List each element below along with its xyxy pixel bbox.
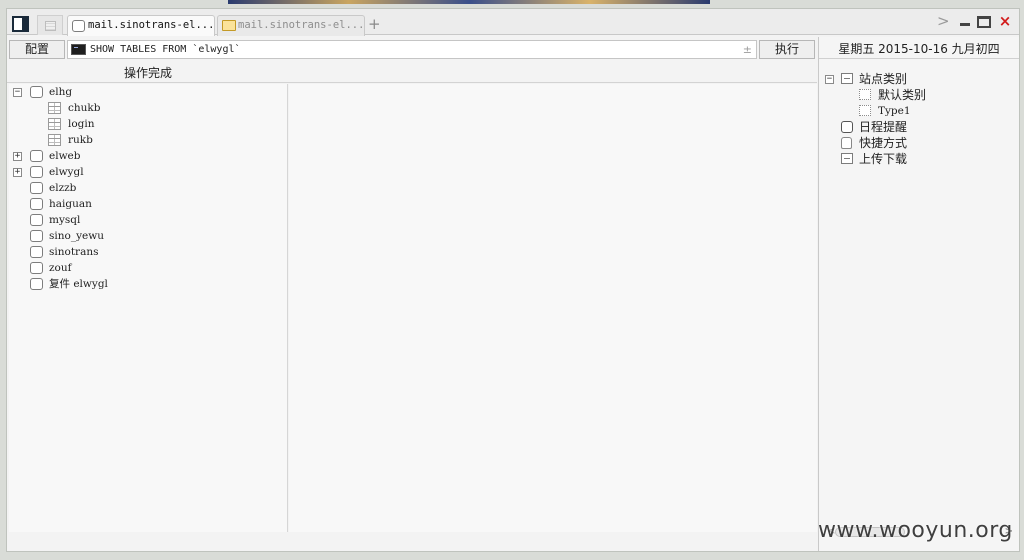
site-child-label: Type1 xyxy=(878,105,911,117)
tree-node-mysql[interactable]: mysql xyxy=(9,212,279,228)
maximize-button[interactable] xyxy=(977,16,991,28)
sql-query-input[interactable]: SHOW TABLES FROM `elwygl` ± xyxy=(67,40,757,59)
tree-node-chukb[interactable]: chukb xyxy=(9,100,279,116)
chevron-right-icon[interactable]: > xyxy=(937,12,950,30)
table-icon xyxy=(48,102,61,114)
date-display: 星期五 2015-10-16 九月初四 xyxy=(819,39,1019,59)
tree-node-sino-yewu[interactable]: sino_yewu xyxy=(9,228,279,244)
database-tree: − elhg chukb login rukb + elweb + elwygl xyxy=(9,84,288,532)
database-icon xyxy=(30,150,43,162)
database-icon xyxy=(30,214,43,226)
tab-label: mail.sinotrans-el... xyxy=(88,19,215,31)
site-child-type1[interactable]: Type1 xyxy=(825,103,1015,119)
database-icon xyxy=(30,182,43,194)
collapse-icon[interactable]: − xyxy=(13,88,22,97)
tree-node-label: 复件 elwygl xyxy=(49,278,108,290)
table-icon xyxy=(48,134,61,146)
database-icon xyxy=(30,198,43,210)
tab-blank[interactable] xyxy=(37,15,63,35)
tab-mail-sinotrans-active[interactable]: mail.sinotrans-el... xyxy=(67,15,215,36)
config-button[interactable]: 配置 xyxy=(9,40,65,59)
shortcuts-label: 快捷方式 xyxy=(859,136,908,150)
tree-node-label: elweb xyxy=(49,150,81,162)
site-child-default[interactable]: 默认类别 xyxy=(825,87,1015,103)
result-pane[interactable] xyxy=(289,84,817,532)
tree-node-label: login xyxy=(68,118,95,130)
schedule-node[interactable]: 日程提醒 xyxy=(825,119,1015,135)
database-icon xyxy=(72,20,85,32)
tree-node-elhg[interactable]: − elhg xyxy=(9,84,279,100)
category-icon xyxy=(841,73,853,84)
tree-node-sinotrans[interactable]: sinotrans xyxy=(9,244,279,260)
database-icon xyxy=(30,86,43,98)
database-icon xyxy=(30,230,43,242)
tree-node-label: sinotrans xyxy=(49,246,99,258)
folder-icon xyxy=(222,20,236,31)
blank-page-icon xyxy=(45,21,56,31)
tree-node-label: elzzb xyxy=(49,182,77,194)
database-icon xyxy=(30,262,43,274)
collapse-icon[interactable]: − xyxy=(825,75,834,84)
tree-node-label: elwygl xyxy=(49,166,84,178)
expand-icon[interactable]: + xyxy=(13,168,22,177)
upload-download-label: 上传下载 xyxy=(859,152,908,166)
site-type-icon xyxy=(859,89,871,100)
site-category-label: 站点类别 xyxy=(859,72,908,86)
tree-node-label: mysql xyxy=(49,214,81,226)
expand-icon[interactable]: + xyxy=(13,152,22,161)
shortcuts-node[interactable]: 快捷方式 xyxy=(825,135,1015,151)
tab-bar: mail.sinotrans-el... mail.sinotrans-el..… xyxy=(7,9,1019,36)
site-type-icon xyxy=(859,105,871,116)
tree-node-login[interactable]: login xyxy=(9,116,279,132)
tree-node-label: elhg xyxy=(49,86,73,98)
database-icon xyxy=(30,246,43,258)
clock-icon xyxy=(841,121,853,133)
right-sidebar: 星期五 2015-10-16 九月初四 − 站点类别 默认类别 Type1 日程… xyxy=(818,37,1019,551)
panel-toggle-icon[interactable] xyxy=(12,16,29,32)
app-window: mail.sinotrans-el... mail.sinotrans-el..… xyxy=(6,8,1020,552)
tab-mail-sinotrans-folder[interactable]: mail.sinotrans-el... xyxy=(217,15,365,36)
upload-download-node[interactable]: 上传下载 xyxy=(825,151,1015,167)
query-toolbar: 配置 SHOW TABLES FROM `elwygl` ± 执行 xyxy=(7,39,817,61)
terminal-icon xyxy=(71,44,86,55)
tree-node-elweb[interactable]: + elweb xyxy=(9,148,279,164)
tree-node-copy-elwygl[interactable]: 复件 elwygl xyxy=(9,276,279,292)
database-icon xyxy=(30,278,43,290)
tree-node-haiguan[interactable]: haiguan xyxy=(9,196,279,212)
close-button[interactable]: × xyxy=(998,14,1012,29)
tree-node-zouf[interactable]: zouf xyxy=(9,260,279,276)
status-bar: 操作完成 xyxy=(7,63,817,83)
tree-node-elwygl[interactable]: + elwygl xyxy=(9,164,279,180)
tree-node-label: rukb xyxy=(68,134,93,146)
watermark: www.wooyun.org xyxy=(818,518,1013,543)
table-icon xyxy=(48,118,61,130)
schedule-label: 日程提醒 xyxy=(859,120,908,134)
tree-node-elzzb[interactable]: elzzb xyxy=(9,180,279,196)
execute-button[interactable]: 执行 xyxy=(759,40,815,59)
wallpaper-strip xyxy=(228,0,710,4)
tree-node-label: haiguan xyxy=(49,198,92,210)
tree-node-rukb[interactable]: rukb xyxy=(9,132,279,148)
minimize-button[interactable] xyxy=(958,14,972,28)
tab-label: mail.sinotrans-el... xyxy=(238,19,365,31)
add-tab-button[interactable]: + xyxy=(368,14,381,34)
shortcut-icon xyxy=(841,137,852,149)
database-icon xyxy=(30,166,43,178)
tree-node-label: zouf xyxy=(49,262,72,274)
site-child-label: 默认类别 xyxy=(878,88,927,102)
site-category-node[interactable]: − 站点类别 xyxy=(825,71,1015,87)
tree-node-label: sino_yewu xyxy=(49,230,104,242)
status-message: 操作完成 xyxy=(124,66,173,80)
sql-query-text[interactable]: SHOW TABLES FROM `elwygl` xyxy=(90,41,241,58)
expand-icon[interactable]: ± xyxy=(743,41,752,58)
tree-node-label: chukb xyxy=(68,102,101,114)
transfer-icon xyxy=(841,153,853,164)
